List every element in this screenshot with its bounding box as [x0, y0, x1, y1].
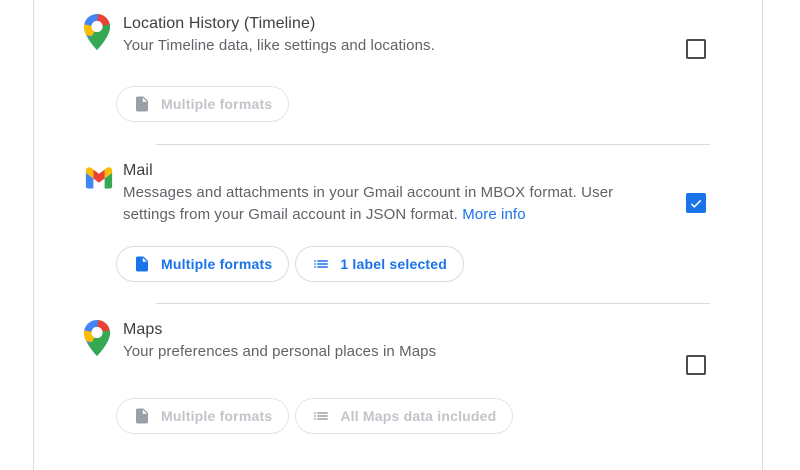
product-row-maps: Maps Your preferences and personal place… [34, 304, 762, 434]
product-title: Mail [123, 160, 726, 182]
google-maps-icon [84, 320, 110, 361]
labels-selected-chip[interactable]: 1 label selected [295, 246, 464, 282]
product-description: Your preferences and personal places in … [123, 341, 653, 363]
multiple-formats-chip[interactable]: Multiple formats [116, 246, 289, 282]
more-info-link[interactable]: More info [462, 206, 525, 223]
file-icon [133, 407, 151, 425]
mail-checkbox[interactable] [686, 193, 706, 213]
product-row-mail: Mail Messages and attachments in your Gm… [34, 145, 762, 304]
list-icon [312, 255, 330, 273]
product-row-location-history: Location History (Timeline) Your Timelin… [34, 0, 762, 145]
product-title: Maps [123, 319, 726, 341]
location-history-checkbox[interactable] [686, 39, 706, 59]
all-maps-data-chip: All Maps data included [295, 398, 513, 434]
multiple-formats-chip: Multiple formats [116, 398, 289, 434]
checkmark-icon [688, 195, 704, 211]
gmail-icon [84, 166, 114, 196]
multiple-formats-chip: Multiple formats [116, 86, 289, 122]
google-maps-icon [84, 14, 110, 55]
product-description: Your Timeline data, like settings and lo… [123, 35, 653, 57]
list-icon [312, 407, 330, 425]
maps-checkbox[interactable] [686, 355, 706, 375]
product-title: Location History (Timeline) [123, 13, 726, 35]
export-products-card: Location History (Timeline) Your Timelin… [33, 0, 763, 470]
file-icon [133, 255, 151, 273]
file-icon [133, 95, 151, 113]
product-description: Messages and attachments in your Gmail a… [123, 182, 653, 226]
